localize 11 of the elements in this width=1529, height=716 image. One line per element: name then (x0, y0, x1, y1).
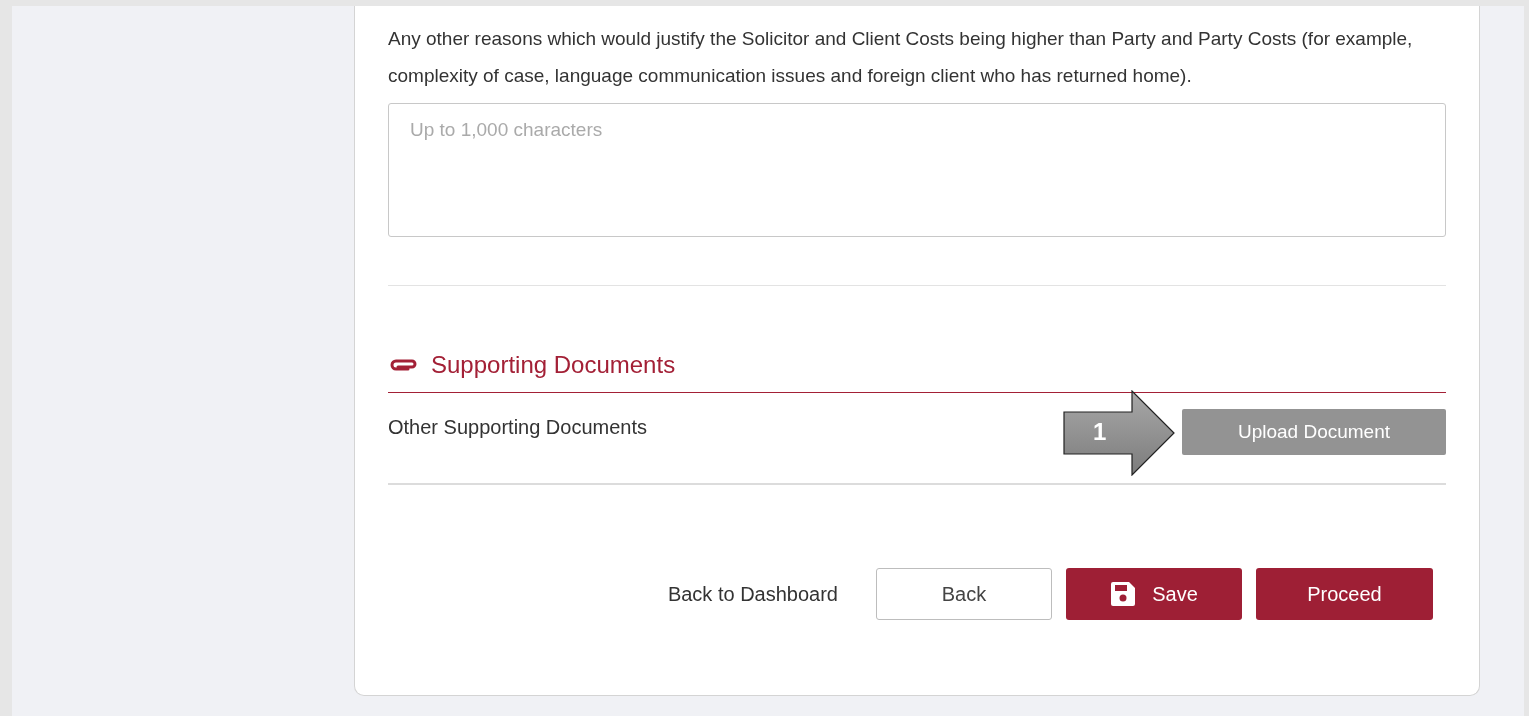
proceed-button[interactable]: Proceed (1256, 568, 1433, 620)
question-text: Any other reasons which would justify the Solicitor and Client Costs being higher than Party and Party Costs (for example, complexity of case, language communication issues and foreign client who has returned home). (388, 27, 1414, 88)
document-label: Other Supporting Documents (388, 415, 648, 440)
back-button[interactable]: Back (876, 568, 1052, 620)
save-button[interactable]: Save (1066, 568, 1242, 620)
reasons-field[interactable]: Up to 1,000 characters (388, 103, 1446, 237)
back-to-dashboard-link[interactable]: Back to Dashboard (667, 579, 838, 609)
save-icon (1110, 581, 1137, 607)
paperclip-icon (388, 357, 418, 373)
callout-arrow: 1 (1063, 390, 1175, 476)
section-title: Supporting Documents (431, 350, 676, 380)
